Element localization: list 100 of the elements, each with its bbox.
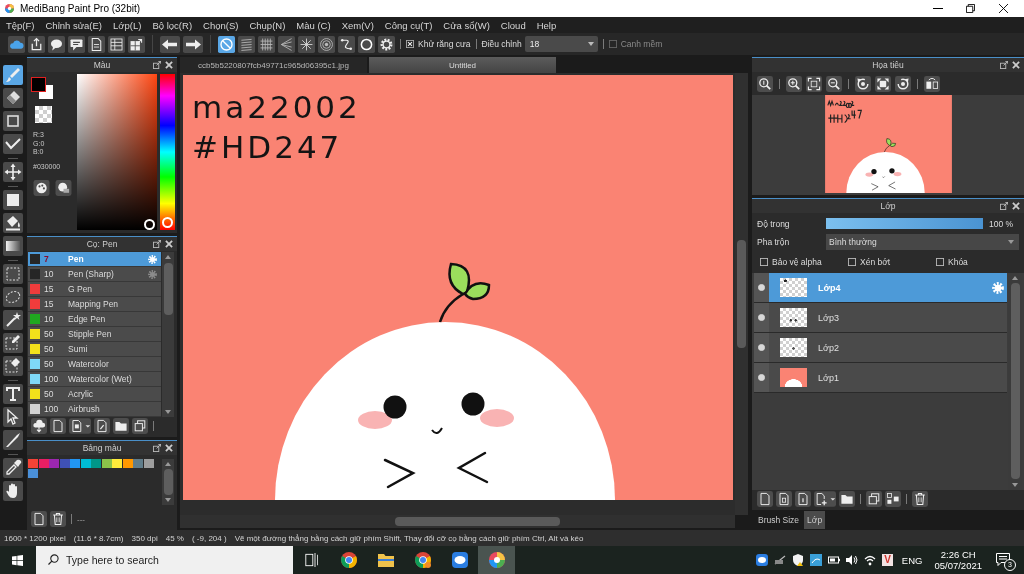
menu-item[interactable]: Lớp(L)	[113, 19, 142, 31]
brush-row[interactable]: 50 Stipple Pen	[28, 327, 161, 342]
no-symbol-icon[interactable]	[218, 35, 235, 53]
polyline-icon[interactable]	[3, 134, 23, 154]
dashed-pen-icon[interactable]	[3, 333, 23, 353]
speech-bubble-icon[interactable]	[48, 35, 65, 53]
scroll-up-icon[interactable]	[1012, 276, 1018, 280]
menu-item[interactable]: Xem(V)	[341, 19, 374, 31]
brush-row[interactable]: 50 Watercolor	[28, 357, 161, 372]
menu-item[interactable]: Tệp(F)	[6, 19, 35, 31]
hue-handle[interactable]	[162, 217, 173, 228]
gradient-icon[interactable]	[3, 236, 23, 256]
scroll-down-icon[interactable]	[165, 498, 171, 502]
brush-row[interactable]: 50 Acrylic	[28, 387, 161, 402]
cloud-download-icon[interactable]	[31, 418, 47, 434]
palette-swatch[interactable]	[112, 459, 122, 468]
flip-icon[interactable]	[924, 75, 940, 92]
layer-row[interactable]: Lớp1	[769, 363, 1007, 392]
trash-icon[interactable]	[912, 491, 928, 507]
square-outline-icon[interactable]	[3, 111, 23, 131]
dashed-rectangle-icon[interactable]	[3, 264, 23, 284]
volume-icon[interactable]	[846, 554, 859, 566]
palette-swatch[interactable]	[91, 459, 101, 468]
clock[interactable]: 2:26 CH 05/07/2021	[934, 549, 982, 571]
palette-swatch[interactable]	[28, 459, 38, 468]
brush-row[interactable]: 15 G Pen	[28, 282, 161, 297]
palette-swatch[interactable]	[133, 459, 143, 468]
minimize-icon[interactable]	[932, 8, 943, 9]
brush-row[interactable]: 10 Pen (Sharp)	[28, 267, 161, 282]
scrollbar-thumb[interactable]	[737, 240, 746, 348]
comment-icon[interactable]	[68, 35, 85, 53]
palette-icon[interactable]	[33, 179, 50, 196]
settings-icon[interactable]	[378, 35, 395, 53]
battery-icon[interactable]	[828, 554, 841, 566]
visibility-dot-icon[interactable]	[758, 374, 765, 381]
scrollbar-thumb[interactable]	[163, 469, 173, 495]
palette-swatch[interactable]	[122, 459, 133, 468]
duplicate-icon[interactable]	[866, 491, 882, 507]
magic-wand-icon[interactable]	[3, 310, 23, 330]
close-icon[interactable]	[999, 4, 1008, 13]
palette-settings-icon[interactable]	[55, 179, 72, 196]
search-field[interactable]: Type here to search	[36, 546, 293, 574]
shield-icon[interactable]	[792, 554, 805, 566]
menu-item[interactable]: Cửa sổ(W)	[443, 19, 490, 31]
input-method-indicator[interactable]: V	[882, 554, 893, 566]
menu-item[interactable]: Cloud	[500, 19, 526, 31]
color-picker-square[interactable]	[77, 74, 157, 230]
text-tool-icon[interactable]	[3, 384, 23, 404]
scroll-down-icon[interactable]	[165, 410, 171, 414]
new-page-icon[interactable]	[50, 418, 66, 434]
brush-row[interactable]: 10 Edge Pen	[28, 312, 161, 327]
redo-icon[interactable]	[183, 35, 203, 53]
paint-bucket-icon[interactable]	[3, 213, 23, 233]
trash-icon[interactable]	[50, 511, 66, 527]
windows-logo-icon[interactable]	[12, 554, 23, 566]
document-tab[interactable]: ccb5b5220807fcb49771c965d06395c1.jpg	[180, 57, 367, 73]
grid-lines-icon[interactable]	[258, 35, 275, 53]
fit-screen-icon[interactable]	[875, 75, 891, 92]
concentric-circles-icon[interactable]	[318, 35, 335, 53]
zoom-out-icon[interactable]	[826, 75, 842, 92]
correction-dropdown[interactable]: 18	[524, 36, 598, 52]
document-tab[interactable]: Untitled	[369, 57, 556, 73]
palette-swatch[interactable]	[143, 459, 154, 468]
document-icon[interactable]	[88, 35, 105, 53]
eraser-icon[interactable]	[3, 88, 23, 108]
fit-corners-icon[interactable]	[806, 75, 822, 92]
rotate-right-icon[interactable]	[895, 75, 911, 92]
hand-icon[interactable]	[3, 481, 23, 501]
scrollbar-thumb[interactable]	[163, 263, 173, 315]
restore-icon[interactable]	[966, 4, 975, 13]
visibility-dot-icon[interactable]	[758, 344, 765, 351]
language-indicator[interactable]: ENG	[901, 554, 923, 566]
brush-row[interactable]: 15 Mapping Pen	[28, 297, 161, 312]
layer-row[interactable]: Lớp2	[769, 333, 1007, 362]
folder-icon[interactable]	[839, 491, 855, 507]
menu-item[interactable]: Chọn(S)	[203, 19, 239, 31]
hue-slider[interactable]	[160, 74, 175, 230]
menu-item[interactable]: Màu (C)	[296, 19, 331, 31]
menu-item[interactable]: Chỉnh sửa(E)	[45, 19, 103, 31]
move-arrows-icon[interactable]	[3, 162, 23, 182]
layer-option-checkbox[interactable]: Xén bớt	[848, 256, 936, 268]
popout-icon[interactable]	[1000, 202, 1008, 210]
panel-tab[interactable]: Lớp	[804, 511, 826, 529]
dashed-lasso-icon[interactable]	[3, 287, 23, 307]
share-icon[interactable]	[28, 35, 45, 53]
zoom-in-icon[interactable]	[786, 75, 802, 92]
popout-icon[interactable]	[1000, 61, 1008, 69]
notification-icon[interactable]	[996, 553, 1010, 566]
undo-icon[interactable]	[160, 35, 180, 53]
layer-option-checkbox[interactable]: Khóa	[936, 256, 1024, 268]
folder-icon[interactable]	[113, 418, 129, 434]
popout-icon[interactable]	[153, 240, 161, 248]
wifi-icon[interactable]	[864, 554, 877, 566]
palette-swatch[interactable]	[80, 459, 91, 468]
tray-app-icon[interactable]	[810, 554, 823, 566]
scrollbar-thumb[interactable]	[1010, 283, 1020, 479]
palette-swatch[interactable]	[38, 459, 49, 468]
picker-handle[interactable]	[144, 219, 155, 230]
palette-swatch[interactable]	[59, 459, 70, 468]
taskbar-button[interactable]	[478, 546, 515, 574]
